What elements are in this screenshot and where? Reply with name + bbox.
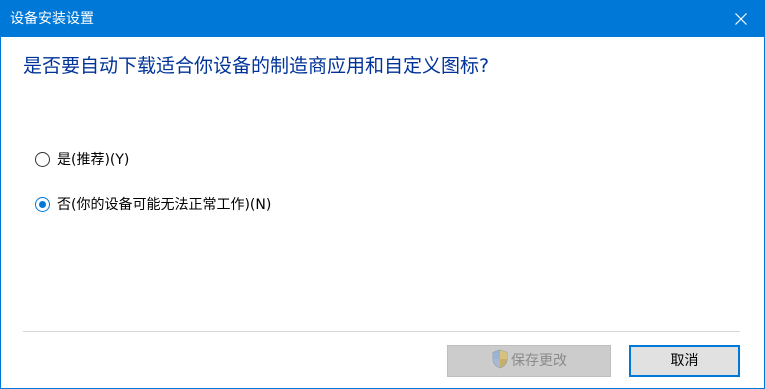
- footer-divider: [23, 331, 740, 332]
- option-yes-label[interactable]: 是(推荐)(Y): [57, 151, 129, 169]
- cancel-button[interactable]: 取消: [629, 345, 740, 377]
- uac-shield-icon: [492, 349, 508, 369]
- radio-button-no[interactable]: [35, 197, 50, 212]
- close-button[interactable]: [718, 1, 764, 37]
- dialog-question: 是否要自动下载适合你设备的制造商应用和自定义图标?: [23, 55, 490, 77]
- save-changes-button[interactable]: 保存更改: [447, 345, 611, 377]
- radio-selected-dot: [39, 201, 46, 208]
- radio-button-yes[interactable]: [35, 152, 50, 167]
- title-bar: 设备安装设置: [1, 1, 764, 37]
- window-title: 设备安装设置: [10, 11, 94, 27]
- device-installation-settings-dialog: 设备安装设置 是否要自动下载适合你设备的制造商应用和自定义图标? 是(推荐)(Y…: [0, 0, 765, 389]
- option-no-label[interactable]: 否(你的设备可能无法正常工作)(N): [57, 196, 271, 214]
- save-changes-label: 保存更改: [511, 353, 567, 369]
- close-icon: [735, 13, 747, 25]
